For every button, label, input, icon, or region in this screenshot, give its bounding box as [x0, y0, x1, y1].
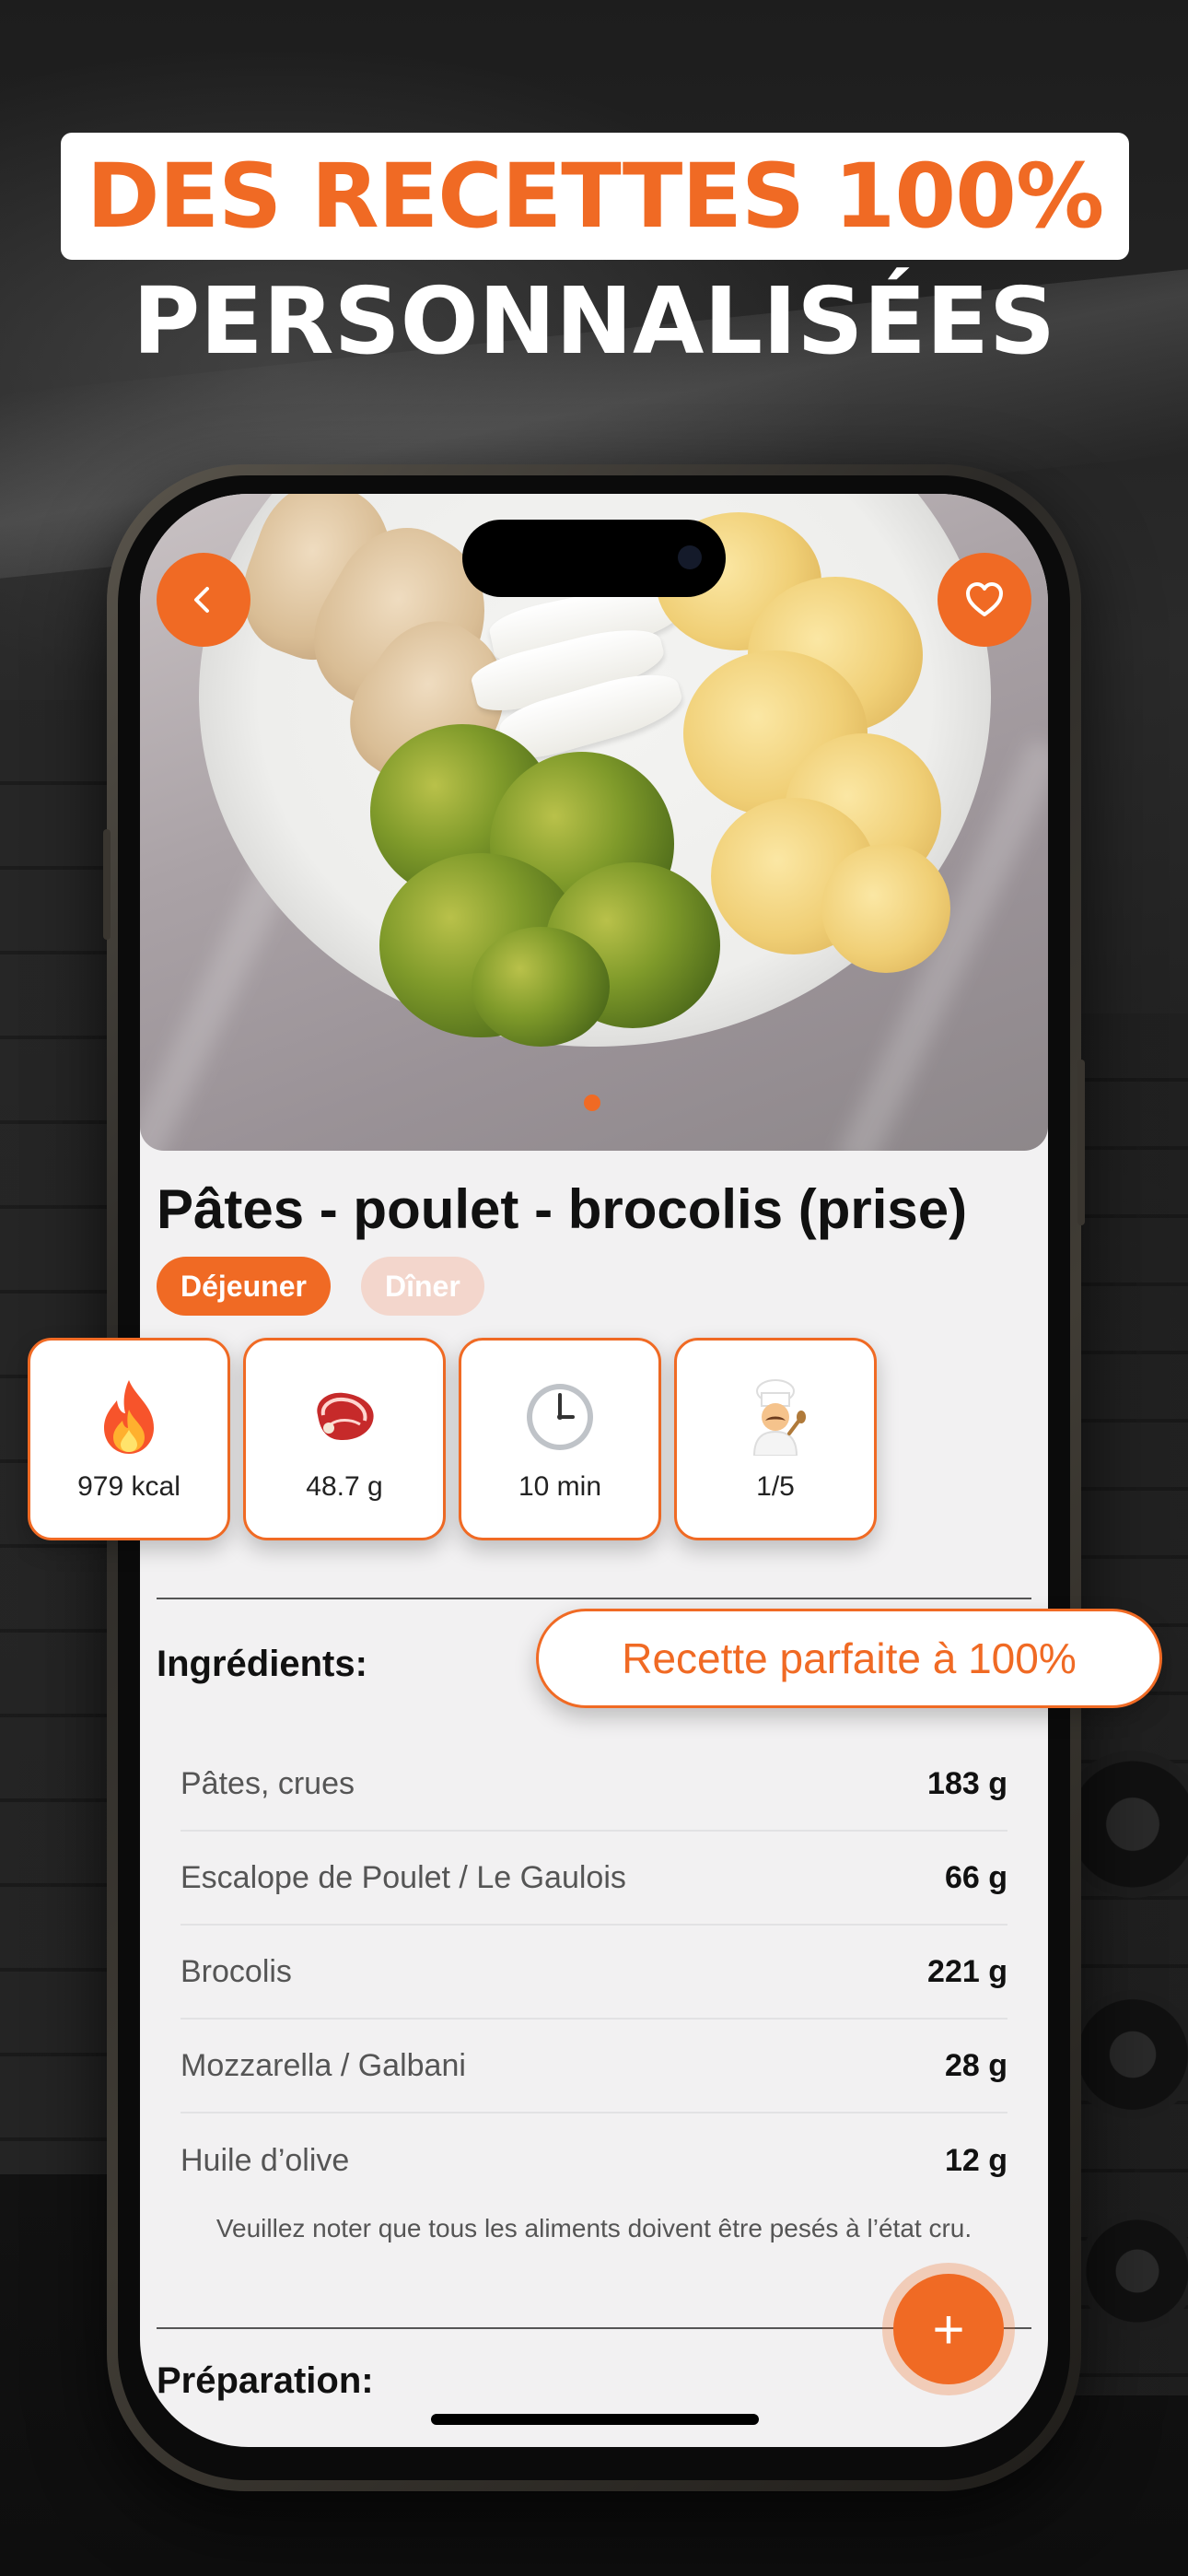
fire-icon — [97, 1376, 161, 1458]
ingredient-quantity: 66 g — [944, 1859, 1007, 1895]
add-button[interactable]: + — [893, 2274, 1004, 2384]
weighing-note: Veuillez noter que tous les aliments doi… — [215, 2214, 973, 2242]
carousel-page-dot[interactable] — [584, 1095, 600, 1111]
ingredient-name: Mozzarella / Galbani — [181, 2047, 466, 2083]
favorite-button[interactable] — [938, 553, 1031, 647]
headline-line-1: DES RECETTES 100% — [86, 145, 1104, 248]
back-button[interactable] — [157, 553, 250, 647]
background-weight-plate — [1077, 2211, 1188, 2331]
ingredient-name: Brocolis — [181, 1953, 292, 1989]
chef-icon — [741, 1376, 809, 1458]
stat-card-time: 10 min — [459, 1338, 661, 1540]
stat-calories-value: 979 kcal — [77, 1471, 181, 1502]
pasta-pile — [821, 844, 950, 973]
section-divider — [157, 1598, 1031, 1599]
headline-line-2: PERSONNALISÉES — [132, 267, 1055, 375]
stat-time-value: 10 min — [518, 1471, 602, 1502]
broccoli-floret — [472, 927, 610, 1047]
ingredient-quantity: 183 g — [927, 1765, 1007, 1801]
stat-card-calories: 979 kcal — [28, 1338, 230, 1540]
ingredient-quantity: 28 g — [944, 2047, 1007, 2083]
ingredient-row: Brocolis 221 g — [181, 1926, 1007, 2020]
preparation-title: Préparation: — [157, 2360, 374, 2401]
tag-diner[interactable]: Dîner — [361, 1257, 484, 1316]
ingredient-row: Mozzarella / Galbani 28 g — [181, 2020, 1007, 2113]
ingredient-row: Escalope de Poulet / Le Gaulois 66 g — [181, 1832, 1007, 1926]
stat-card-protein: 48.7 g — [243, 1338, 446, 1540]
headline-highlight-box: DES RECETTES 100% — [61, 133, 1129, 260]
stat-card-difficulty: 1/5 — [674, 1338, 877, 1540]
home-indicator — [431, 2414, 759, 2425]
stat-protein-value: 48.7 g — [306, 1471, 383, 1502]
clock-icon — [523, 1376, 597, 1458]
tag-dejeuner[interactable]: Déjeuner — [157, 1257, 331, 1316]
ingredient-row: Huile d’olive 12 g — [181, 2113, 1007, 2207]
chevron-left-icon — [194, 587, 209, 613]
stat-difficulty-value: 1/5 — [756, 1471, 795, 1502]
phone-side-button — [1077, 1060, 1085, 1225]
recipe-title: Pâtes - poulet - brocolis (prise) — [157, 1178, 968, 1240]
ingredient-quantity: 221 g — [927, 1953, 1007, 1989]
meat-icon — [310, 1376, 379, 1458]
ingredients-title: Ingrédients: — [157, 1644, 367, 1684]
dynamic-island — [462, 520, 726, 597]
ingredient-name: Escalope de Poulet / Le Gaulois — [181, 1859, 626, 1895]
ingredient-name: Pâtes, crues — [181, 1765, 355, 1801]
ingredient-quantity: 12 g — [944, 2142, 1007, 2178]
heart-icon — [966, 582, 1003, 616]
phone-side-button — [103, 829, 111, 940]
perfect-recipe-badge: Recette parfaite à 100% — [536, 1609, 1162, 1708]
ingredient-name: Huile d’olive — [181, 2142, 350, 2178]
background-weight-plate — [1068, 1990, 1188, 2119]
ingredient-row: Pâtes, crues 183 g — [181, 1738, 1007, 1832]
